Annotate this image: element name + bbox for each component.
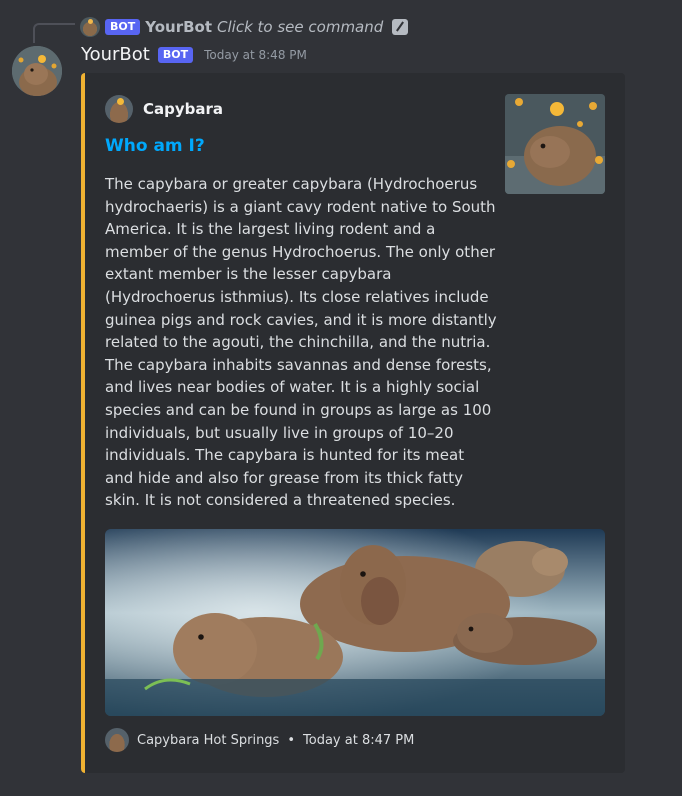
embed-description: The capybara or greater capybara (Hydroc…	[105, 175, 497, 510]
author-icon	[105, 95, 133, 123]
message-bot-tag: BOT	[157, 46, 194, 63]
capybara-thumbnail-image	[505, 94, 605, 194]
capybara-hot-springs-image	[105, 529, 605, 716]
reply-username[interactable]: YourBot	[145, 18, 212, 36]
embed-footer: Capybara Hot Springs • Today at 8:47 PM	[105, 728, 414, 752]
embed-title[interactable]: Who am I?	[105, 136, 205, 156]
command-icon	[392, 19, 409, 35]
capybara-avatar-image	[12, 46, 62, 96]
avatar[interactable]	[12, 46, 62, 96]
embed-thumbnail[interactable]	[505, 94, 605, 194]
reply-avatar	[80, 17, 100, 37]
reply-command-text[interactable]: Click to see command	[217, 18, 383, 36]
embed-author-name: Capybara	[143, 100, 224, 118]
embed-author: Capybara	[105, 95, 223, 123]
reply-reference[interactable]: BOT YourBot Click to see command	[80, 14, 409, 40]
message-username[interactable]: YourBot	[81, 44, 150, 65]
message-header: YourBot BOT Today at 8:48 PM	[81, 44, 307, 65]
embed-footer-timestamp: Today at 8:47 PM	[303, 732, 415, 748]
reply-bot-tag: BOT	[105, 19, 141, 35]
footer-icon	[105, 728, 129, 752]
footer-separator: •	[287, 732, 296, 748]
embed-image[interactable]	[105, 529, 605, 716]
embed-footer-text: Capybara Hot Springs	[137, 732, 280, 748]
embed-card: Capybara Who am I? The capybara or great…	[81, 73, 625, 773]
message-timestamp[interactable]: Today at 8:48 PM	[204, 48, 307, 62]
reply-connector-line	[33, 23, 75, 43]
